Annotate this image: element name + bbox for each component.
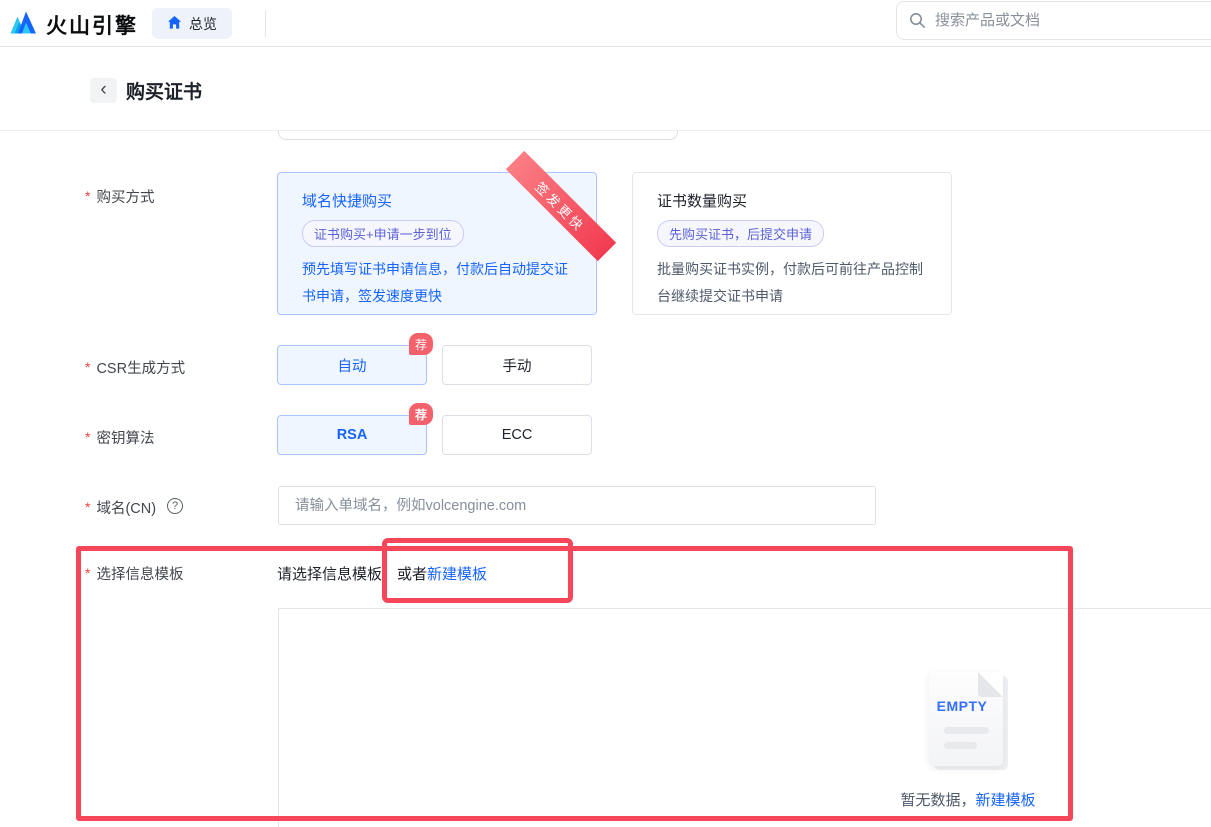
help-icon[interactable]: ? (167, 498, 183, 514)
empty-state-text: 暂无数据，新建模板 (858, 789, 1078, 810)
volcano-logo-icon (10, 9, 37, 41)
chevron-left-icon: ‹ (100, 80, 106, 99)
csr-method-label: * CSR生成方式 (85, 357, 185, 378)
required-mark: * (85, 357, 90, 375)
recommended-badge: 荐 (409, 333, 433, 355)
card-description: 批量购买证书实例，付款后可前往产品控制台继续提交证书申请 (657, 256, 931, 310)
topbar: 火山引擎 总览 (0, 0, 1211, 47)
template-hint: 请选择信息模板，或者新建模板 (277, 563, 487, 584)
empty-create-template-link[interactable]: 新建模板 (976, 792, 1036, 809)
back-button[interactable]: ‹ (90, 78, 117, 103)
brand-name: 火山引擎 (46, 10, 138, 40)
topbar-divider (265, 10, 266, 37)
key-option-rsa[interactable]: RSA 荐 (277, 415, 427, 455)
card-tag: 证书购买+申请一步到位 (302, 220, 464, 247)
template-label: * 选择信息模板 (85, 563, 183, 584)
purchase-method-label: * 购买方式 (85, 186, 154, 207)
domain-label: * 域名(CN) ? (85, 497, 183, 518)
template-panel-left-border (278, 608, 279, 827)
recommended-badge: 荐 (409, 403, 433, 425)
search-icon (909, 12, 926, 34)
home-icon (167, 15, 182, 33)
required-mark: * (85, 186, 90, 204)
domain-input[interactable] (278, 486, 876, 525)
template-panel-top-border (278, 608, 1211, 609)
card-tag: 先购买证书，后提交申请 (657, 220, 824, 247)
csr-option-manual[interactable]: 手动 (442, 345, 592, 385)
global-search (896, 1, 1211, 40)
card-title: 证书数量购买 (657, 190, 927, 211)
search-input[interactable] (896, 1, 1211, 40)
purchase-option-quantity-buy[interactable]: 证书数量购买 先购买证书，后提交申请 批量购买证书实例，付款后可前往产品控制台继… (632, 172, 952, 315)
create-template-link[interactable]: 新建模板 (427, 566, 487, 583)
page-title: 购买证书 (126, 77, 202, 104)
empty-icon-label: EMPTY (929, 698, 995, 714)
csr-option-auto[interactable]: 自动 荐 (277, 345, 427, 385)
page-header: ‹ 购买证书 (0, 47, 1211, 131)
purchase-option-domain-quick-buy[interactable]: 域名快捷购买 证书购买+申请一步到位 预先填写证书申请信息，付款后自动提交证书申… (277, 172, 597, 315)
buy-certificate-page: 火山引擎 总览 ‹ 购买证书 * 购买方式 域名快捷购买 证书购买+申请一步到位 (0, 0, 1211, 827)
empty-state-icon: EMPTY (929, 672, 1003, 766)
nav-overview-button[interactable]: 总览 (152, 8, 232, 39)
key-algorithm-label: * 密钥算法 (85, 427, 154, 448)
required-mark: * (85, 497, 90, 515)
required-mark: * (85, 563, 90, 581)
overview-label: 总览 (189, 14, 217, 34)
required-mark: * (85, 427, 90, 445)
annotation-box-large (76, 546, 1073, 821)
key-option-ecc[interactable]: ECC (442, 415, 592, 455)
volcengine-logo[interactable]: 火山引擎 (10, 9, 138, 41)
card-description: 预先填写证书申请信息，付款后自动提交证书申请，签发速度更快 (302, 256, 576, 310)
